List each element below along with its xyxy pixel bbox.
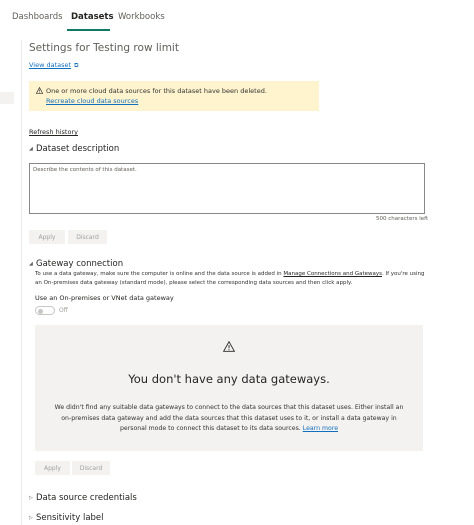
dataset-description-input[interactable] — [29, 163, 425, 214]
tab-dashboards[interactable]: Dashboards — [12, 12, 63, 22]
sensitivity-label-heading: Sensitivity label — [36, 513, 104, 523]
toggle-knob — [38, 308, 43, 314]
expand-icon: ▷ — [29, 495, 33, 501]
no-gateways-panel: You don't have any data gateways. We did… — [35, 325, 423, 451]
view-dataset-link[interactable]: View dataset ⧉ — [29, 61, 78, 70]
gateway-connection-header[interactable]: ◢ Gateway connection — [29, 259, 123, 269]
warning-icon — [223, 341, 235, 352]
description-apply-button[interactable]: Apply — [29, 230, 65, 244]
collapse-icon: ◢ — [29, 146, 33, 152]
gateway-toggle[interactable] — [35, 306, 55, 315]
data-source-credentials-heading: Data source credentials — [36, 493, 137, 503]
active-tab-indicator — [67, 29, 110, 31]
gateway-toggle-state: Off — [59, 307, 68, 314]
collapse-icon: ◢ — [29, 261, 33, 267]
gateway-description: To use a data gateway, make sure the com… — [35, 270, 427, 287]
char-count: 500 characters left — [376, 216, 429, 222]
data-source-credentials-header[interactable]: ▷ Data source credentials — [29, 493, 137, 503]
dataset-description-heading: Dataset description — [36, 144, 120, 154]
gateway-discard-button[interactable]: Discard — [72, 461, 110, 475]
warning-icon — [36, 87, 43, 94]
top-tabs: Dashboards Datasets Workbooks — [0, 0, 474, 32]
sensitivity-label-header[interactable]: ▷ Sensitivity label — [29, 513, 104, 523]
gateway-apply-button[interactable]: Apply — [35, 461, 70, 475]
no-gateways-message: We didn't find any suitable data gateway… — [53, 403, 405, 435]
no-gateways-body: We didn't find any suitable data gateway… — [54, 404, 404, 432]
gateway-desc-text-1: To use a data gateway, make sure the com… — [35, 271, 284, 277]
left-rail-selection — [0, 92, 14, 104]
refresh-history-link[interactable]: Refresh history — [29, 128, 78, 136]
gateway-connection-heading: Gateway connection — [36, 259, 124, 269]
manage-connections-link[interactable]: Manage Connections and Gateways — [283, 271, 382, 277]
tab-datasets[interactable]: Datasets — [71, 12, 114, 22]
tab-workbooks[interactable]: Workbooks — [118, 12, 165, 22]
learn-more-link[interactable]: Learn more — [303, 425, 338, 432]
no-gateways-title: You don't have any data gateways. — [128, 372, 330, 386]
recreate-cloud-sources-link[interactable]: Recreate cloud data sources — [46, 97, 138, 105]
gateway-toggle-label: Use an On-premises or VNet data gateway — [35, 294, 174, 302]
content-divider — [21, 40, 22, 525]
view-dataset-label: View dataset — [29, 61, 72, 69]
warning-banner: One or more cloud data sources for this … — [29, 81, 319, 111]
description-discard-button[interactable]: Discard — [68, 230, 107, 244]
expand-icon: ▷ — [29, 515, 33, 521]
page-title: Settings for Testing row limit — [29, 42, 179, 54]
dataset-description-header[interactable]: ◢ Dataset description — [29, 144, 119, 154]
open-external-icon: ⧉ — [74, 62, 79, 69]
warning-message: One or more cloud data sources for this … — [46, 87, 267, 95]
